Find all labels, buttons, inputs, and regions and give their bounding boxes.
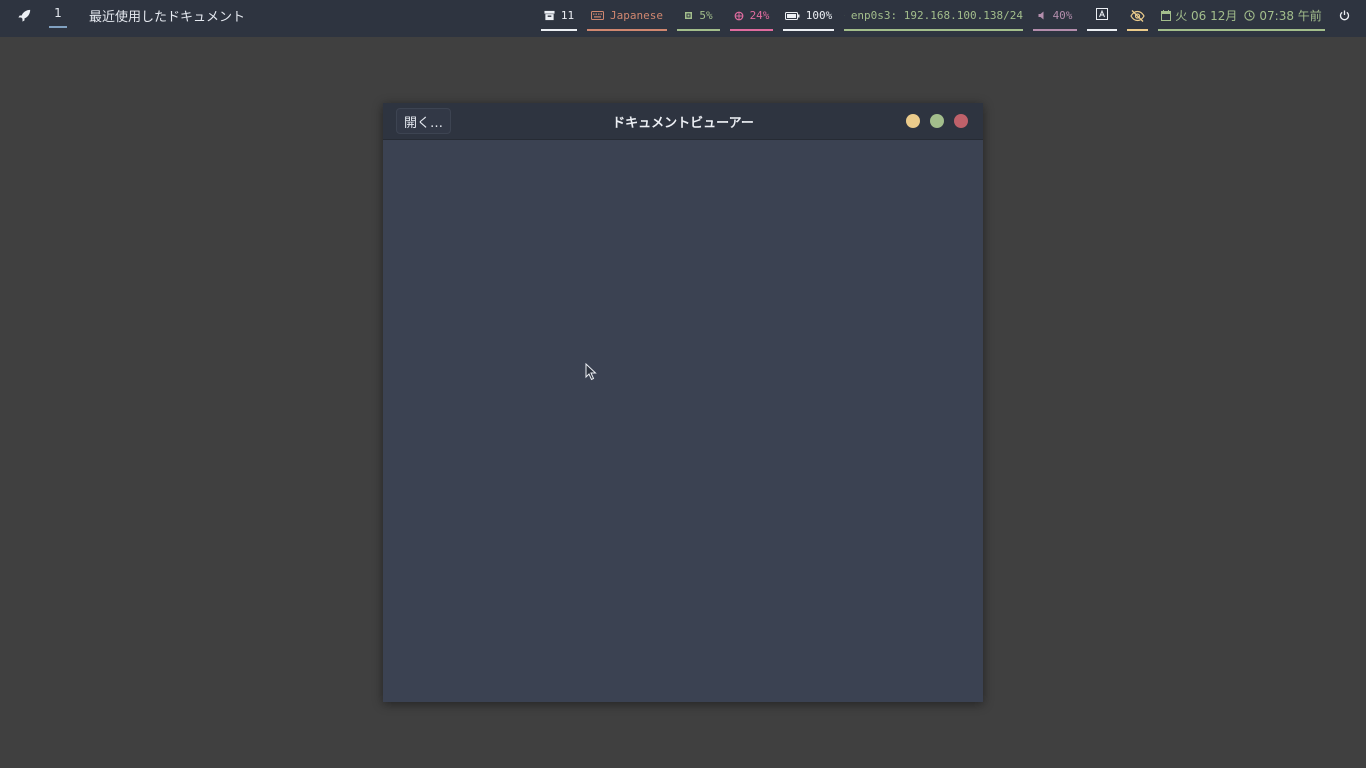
keyboard-layout-icon [1096, 7, 1108, 20]
document-content-area[interactable] [383, 140, 983, 702]
power-button[interactable] [1334, 0, 1354, 31]
calendar-icon [1161, 10, 1172, 21]
updates-count: 11 [560, 9, 575, 22]
keyboard-module[interactable]: Japanese [587, 0, 667, 31]
memory-usage: 24% [749, 9, 770, 22]
clock-icon [1244, 10, 1256, 21]
minimize-button[interactable] [906, 114, 920, 128]
keyboard-layout-module[interactable] [1087, 0, 1117, 31]
power-icon [1339, 10, 1349, 21]
mouse-pointer-icon [585, 363, 597, 381]
cpu-usage: 5% [699, 9, 713, 22]
package-icon [544, 10, 555, 21]
battery-icon [784, 11, 800, 20]
window-title: ドキュメントビューアー [612, 116, 754, 131]
speaker-icon [1038, 11, 1044, 20]
launcher-button[interactable] [14, 0, 34, 31]
memory-icon [734, 11, 743, 20]
maximize-button[interactable] [930, 114, 944, 128]
keyboard-language: Japanese [610, 9, 663, 22]
active-window-title: 最近使用したドキュメント [89, 9, 246, 25]
workspace-label: 1 [54, 6, 62, 20]
idle-inhibitor-module[interactable] [1127, 0, 1148, 31]
network-module[interactable]: enp0s3: 192.168.100.138/24 [844, 0, 1023, 31]
updates-module[interactable]: 11 [541, 0, 577, 31]
network-address: enp0s3: 192.168.100.138/24 [850, 9, 1023, 22]
volume-level: 40% [1052, 9, 1073, 22]
cpu-module[interactable]: 5% [677, 0, 720, 31]
top-bar: 1 最近使用したドキュメント 11 Japanese 5% 24% 100% e… [0, 0, 1366, 37]
document-viewer-window: 開く… ドキュメントビューアー [383, 103, 983, 702]
volume-module[interactable]: 40% [1033, 0, 1077, 31]
workspace-button[interactable]: 1 [48, 0, 68, 28]
battery-module[interactable]: 100% [783, 0, 834, 31]
cpu-icon [685, 12, 693, 19]
keyboard-icon [591, 11, 604, 20]
link-icon [844, 15, 845, 16]
rocket-icon [17, 9, 30, 22]
window-headerbar: 開く… ドキュメントビューアー [383, 103, 983, 140]
close-button[interactable] [954, 114, 968, 128]
date-text: 火 06 12月 [1175, 9, 1238, 23]
time-text: 07:38 午前 [1259, 9, 1322, 23]
datetime-module[interactable]: 火 06 12月 07:38 午前 [1158, 0, 1325, 31]
battery-level: 100% [805, 9, 833, 22]
eye-off-icon [1130, 9, 1145, 22]
memory-module[interactable]: 24% [730, 0, 773, 31]
open-button[interactable]: 開く… [396, 108, 452, 134]
